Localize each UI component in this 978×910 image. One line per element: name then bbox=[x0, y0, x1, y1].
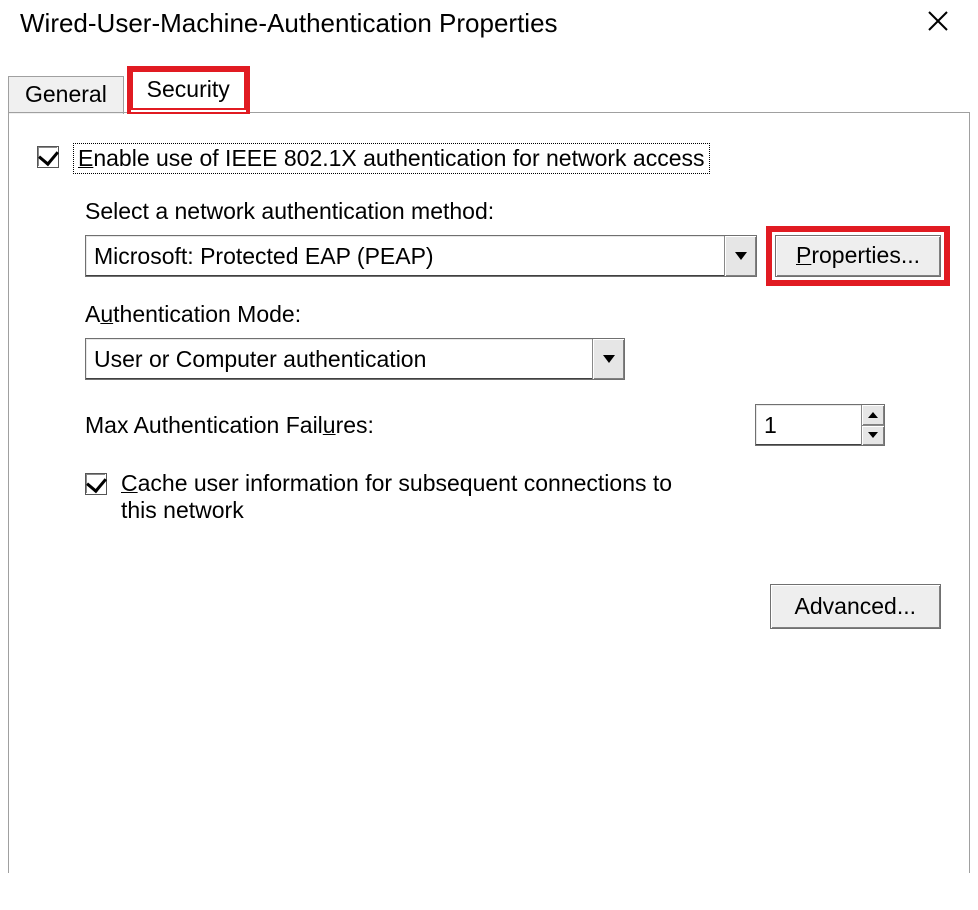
chevron-down-icon[interactable] bbox=[724, 236, 756, 276]
enable-8021x-label[interactable]: Enable use of IEEE 802.1X authentication… bbox=[73, 143, 710, 174]
tab-security[interactable]: Security bbox=[130, 69, 247, 111]
tab-general[interactable]: General bbox=[8, 76, 124, 114]
spinner-down-icon[interactable] bbox=[862, 425, 884, 446]
enable-8021x-row: Enable use of IEEE 802.1X authentication… bbox=[37, 143, 941, 174]
auth-method-value: Microsoft: Protected EAP (PEAP) bbox=[94, 243, 434, 270]
auth-mode-combo[interactable]: User or Computer authentication bbox=[85, 338, 625, 380]
properties-button[interactable]: Properties... bbox=[775, 235, 941, 277]
advanced-button[interactable]: Advanced... bbox=[770, 584, 941, 629]
security-panel: Enable use of IEEE 802.1X authentication… bbox=[8, 113, 970, 873]
advanced-row: Advanced... bbox=[37, 584, 941, 629]
auth-mode-label: Authentication Mode: bbox=[85, 301, 941, 328]
max-failures-spinner[interactable] bbox=[755, 404, 885, 446]
cache-info-row: Cache user information for subsequent co… bbox=[85, 470, 941, 524]
title-bar: Wired-User-Machine-Authentication Proper… bbox=[0, 0, 978, 69]
chevron-down-icon[interactable] bbox=[592, 339, 624, 379]
auth-mode-section: Authentication Mode: User or Computer au… bbox=[85, 301, 941, 380]
max-failures-label: Max Authentication Failures: bbox=[85, 412, 374, 439]
max-failures-row: Max Authentication Failures: bbox=[85, 404, 885, 446]
auth-mode-value: User or Computer authentication bbox=[94, 346, 426, 373]
auth-method-label: Select a network authentication method: bbox=[85, 198, 941, 225]
cache-info-label[interactable]: Cache user information for subsequent co… bbox=[121, 470, 681, 524]
auth-method-section: Select a network authentication method: … bbox=[85, 198, 941, 277]
close-icon[interactable] bbox=[918, 9, 958, 39]
max-failures-input[interactable] bbox=[756, 405, 861, 445]
tab-strip: General Security bbox=[8, 69, 970, 113]
window-title: Wired-User-Machine-Authentication Proper… bbox=[20, 8, 558, 39]
spinner-up-icon[interactable] bbox=[862, 405, 884, 425]
enable-8021x-checkbox[interactable] bbox=[37, 146, 59, 168]
cache-info-checkbox[interactable] bbox=[85, 473, 107, 495]
auth-method-combo[interactable]: Microsoft: Protected EAP (PEAP) bbox=[85, 235, 757, 277]
